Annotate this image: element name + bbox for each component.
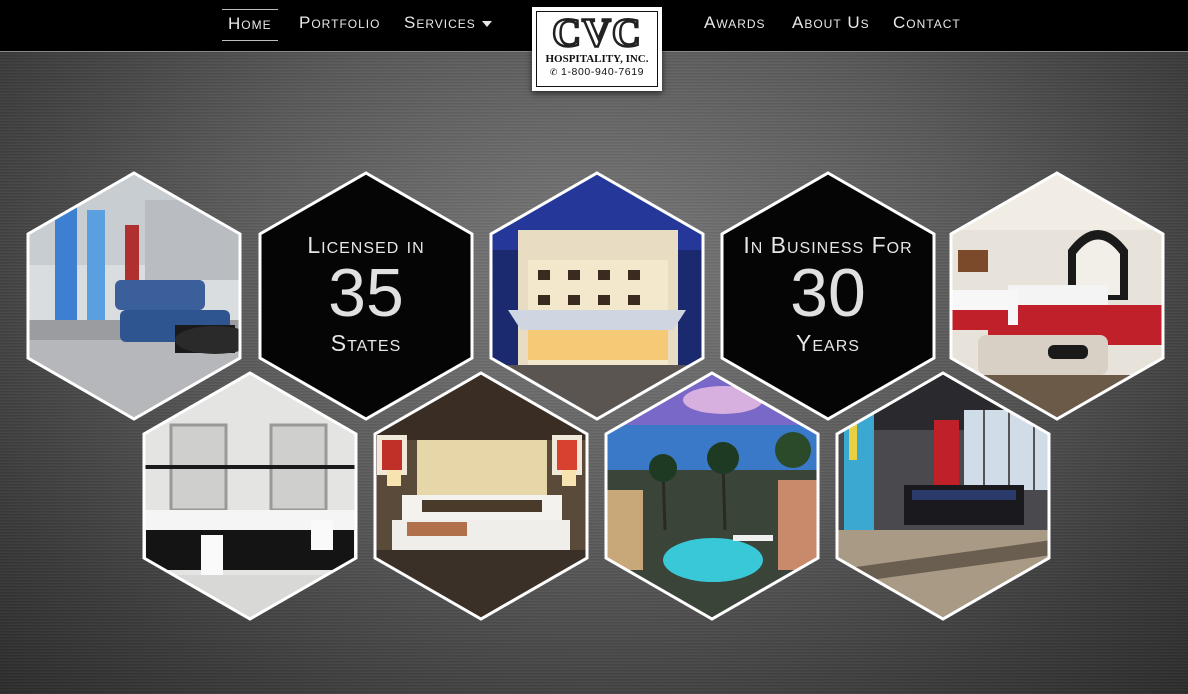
logo-company-name: HOSPITALITY, INC. bbox=[545, 53, 649, 65]
nav-about-us[interactable]: About Us bbox=[786, 13, 876, 39]
nav-services[interactable]: Services bbox=[398, 13, 498, 39]
stat-label-bottom: Years bbox=[796, 330, 860, 356]
phone-icon: ✆ bbox=[549, 67, 558, 77]
stat-number: 35 bbox=[328, 255, 404, 331]
nav-contact[interactable]: Contact bbox=[887, 13, 967, 39]
photo-hex-frontdesk[interactable] bbox=[834, 370, 1052, 622]
logo-frame: CVC HOSPITALITY, INC. ✆ 1-800-940-7619 bbox=[536, 9, 658, 87]
logo-letters: CVC bbox=[551, 9, 642, 56]
bedroom-photo bbox=[373, 371, 589, 621]
photo-hex-bedroom[interactable] bbox=[372, 370, 590, 622]
nav-services-label: Services bbox=[404, 13, 476, 32]
frontdesk-photo bbox=[835, 371, 1051, 621]
nav-portfolio[interactable]: Portfolio bbox=[293, 13, 386, 39]
nav-awards[interactable]: Awards bbox=[698, 13, 772, 39]
nav-home[interactable]: Home bbox=[222, 9, 278, 41]
company-logo[interactable]: CVC HOSPITALITY, INC. ✆ 1-800-940-7619 bbox=[532, 7, 662, 91]
bathroom-photo bbox=[142, 371, 358, 621]
phone-number: 1-800-940-7619 bbox=[561, 66, 645, 78]
logo-phone: ✆ 1-800-940-7619 bbox=[537, 65, 657, 79]
stat-label-bottom: States bbox=[330, 330, 402, 356]
caret-down-icon bbox=[481, 20, 492, 27]
pool-photo bbox=[604, 371, 820, 621]
photo-hex-bathroom[interactable] bbox=[141, 370, 359, 622]
stat-number: 30 bbox=[790, 255, 866, 331]
photo-hex-pool[interactable] bbox=[603, 370, 821, 622]
